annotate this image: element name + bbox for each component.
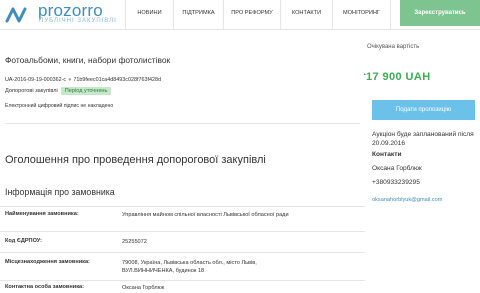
row-value: 79008, Україна, Львівська область обл., … (122, 260, 257, 274)
divider (5, 123, 360, 124)
section-title: Оголошення про проведення допорогової за… (5, 154, 266, 166)
nav-news[interactable]: НОВИНИ (125, 0, 173, 30)
subsection-title: Інформація про замовника (5, 187, 115, 197)
contacts-heading: Контакти (372, 151, 402, 158)
auction-note: Аукціон буде запланований після 20.09.20… (372, 131, 474, 147)
register-button[interactable]: Зареєструватись (400, 0, 480, 26)
row-value: Оксана Горблюк (122, 285, 165, 291)
table-row: Код ЄДРПОУ: 25255072 (0, 231, 365, 252)
logo-tagline: ПУБЛІЧНІ ЗАКУПІВЛІ (39, 18, 117, 24)
tender-id[interactable]: UA-2016-09-19-000362-c (5, 77, 66, 83)
row-key: Код ЄДРПОУ: (5, 238, 42, 244)
bullet-separator: ● (68, 77, 72, 83)
row-key: Місцезнаходження замовника: (5, 259, 90, 265)
expected-value-price: 17 900 UAH (366, 71, 431, 83)
row-key: Найменування замовника: (5, 211, 79, 217)
table-row: Найменування замовника: Управління майно… (0, 206, 365, 231)
tender-title: Фотоальбоми, книги, набори фотолистівок (5, 55, 171, 65)
logo-mark-icon (5, 7, 27, 23)
nav-about-reform[interactable]: ПРО РЕФОРМУ (223, 0, 280, 30)
nav-support[interactable]: ПІДТРИМКА (173, 0, 223, 30)
row-value: Управління майном спільної власності Льв… (122, 212, 289, 218)
row-value: 25255072 (122, 239, 147, 245)
contact-email-link[interactable]: oksanahorblyuk@gmail.com (372, 197, 442, 203)
procedure-line: Допорогові закупівлі Період уточнень (5, 87, 112, 97)
tender-hash: 71b9feec01ca4d8493c028f763f428d (73, 77, 161, 83)
expected-value-label: Очікувана вартість (367, 44, 420, 50)
table-row: Контактна особа замовника: Оксана Горблю… (0, 280, 365, 293)
signature-note: Електронний цифровий підпис не накладено (5, 103, 114, 109)
nav-monitoring[interactable]: МОНІТОРИНГ (332, 0, 391, 30)
nav-contacts[interactable]: КОНТАКТИ (280, 0, 332, 30)
status-badge: Період уточнень (60, 87, 112, 95)
submit-proposal-button[interactable]: Подати пропозицію (372, 100, 475, 120)
procedure-type: Допорогові закупівлі (5, 88, 58, 94)
contact-name: Оксана Горблюк (372, 165, 422, 172)
contact-phone: +380933239295 (372, 179, 420, 186)
table-row: Місцезнаходження замовника: 79008, Украї… (0, 252, 365, 280)
row-key: Контактна особа замовника: (5, 284, 84, 290)
top-header: prozorro ПУБЛІЧНІ ЗАКУПІВЛІ НОВИНИ ПІДТР… (0, 0, 480, 30)
tender-identifiers: UA-2016-09-19-000362-c ● 71b9feec01ca4d849… (5, 77, 161, 83)
